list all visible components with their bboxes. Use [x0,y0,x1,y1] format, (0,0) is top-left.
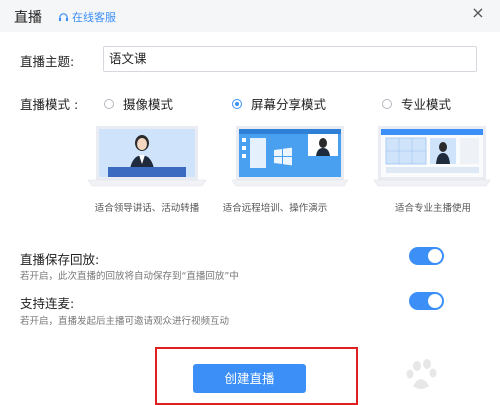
save-replay-label: 直播保存回放: [20,252,100,267]
baidu-paw-icon [406,359,437,389]
camera-mode-illustration[interactable] [86,124,208,188]
radio-camera[interactable] [104,98,114,109]
co-host-label: 支持连麦: [20,296,75,311]
pro-mode-illustration[interactable] [372,124,494,188]
mode-option-screen-share[interactable]: 屏幕分享模式 [232,94,326,113]
screen-share-mode-illustration[interactable] [230,124,352,188]
online-service-label: 在线客服 [72,11,116,24]
save-replay-toggle[interactable] [409,247,444,265]
dialog-title: 直播 [14,10,42,26]
create-live-button[interactable]: 创建直播 [193,364,306,393]
headset-icon [58,12,69,21]
radio-screen-share[interactable] [232,98,242,109]
topic-input[interactable]: 语文课 [103,46,477,72]
mode-option-camera-label: 摄像模式 [123,97,174,112]
mode-option-screen-share-label: 屏幕分享模式 [251,97,327,112]
close-icon[interactable]: × [471,5,485,21]
mode-option-camera[interactable]: 摄像模式 [104,94,173,113]
mode-option-pro-label: 专业模式 [401,97,452,112]
topic-label: 直播主题: [20,54,75,69]
co-host-desc: 若开启，直播发起后主播可邀请观众进行视频互动 [20,316,230,327]
pro-mode-caption: 适合专业主播使用 [394,203,471,214]
dialog-header: 直播 在线客服 × [0,0,500,32]
save-replay-desc: 若开启，此次直播的回放将自动保存到“直播回放”中 [20,271,239,282]
screen-share-mode-caption: 适合远程培训、操作演示 [222,203,328,214]
co-host-toggle[interactable] [409,292,444,310]
radio-pro[interactable] [382,98,392,109]
mode-option-pro[interactable]: 专业模式 [382,94,451,113]
online-service-link[interactable]: 在线客服 [58,9,116,25]
mode-label: 直播模式 : [20,97,79,112]
